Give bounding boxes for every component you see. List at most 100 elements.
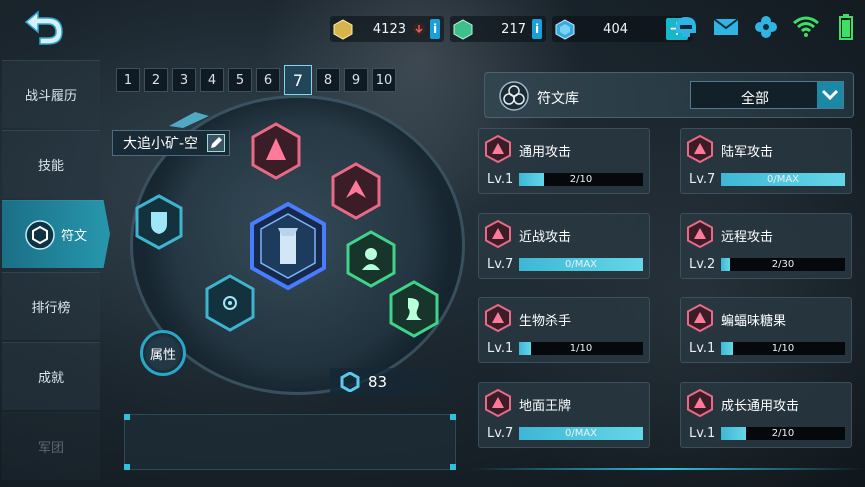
rune-card[interactable]: 通用攻击 Lv.1 2/10 bbox=[478, 128, 650, 194]
back-button[interactable] bbox=[18, 8, 68, 48]
sidebar-item-achievements[interactable]: 成就 bbox=[2, 342, 100, 410]
rune-description-box bbox=[124, 414, 456, 470]
rune-slot-red-1[interactable] bbox=[250, 122, 302, 180]
page-marker-icon bbox=[169, 112, 209, 128]
rune-library-icon bbox=[499, 81, 529, 111]
rune-card[interactable]: 地面王牌 Lv.7 0/MAX bbox=[478, 382, 650, 448]
sidebar-item-label: 符文 bbox=[60, 229, 87, 244]
rune-card-progress: 2/10 bbox=[721, 427, 845, 440]
page-tab-2[interactable]: 2 bbox=[144, 68, 168, 92]
rune-card[interactable]: 陆军攻击 Lv.7 0/MAX bbox=[680, 128, 852, 194]
rune-slot-blue-2[interactable] bbox=[204, 274, 256, 332]
rune-card-progress-text: 0/MAX bbox=[564, 428, 598, 439]
rune-points-value: 83 bbox=[368, 373, 388, 391]
rune-card[interactable]: 蝙蝠味糖果 Lv.1 1/10 bbox=[680, 297, 852, 363]
page-tab-10[interactable]: 10 bbox=[372, 68, 396, 92]
sidebar-item-leaderboard[interactable]: 排行榜 bbox=[2, 272, 100, 340]
rune-point-icon bbox=[340, 372, 360, 392]
sidebar-item-label: 技能 bbox=[37, 159, 64, 174]
sidebar-item-label: 排行榜 bbox=[31, 301, 71, 316]
rune-card-progress: 1/10 bbox=[519, 342, 643, 355]
pencil-icon bbox=[211, 137, 222, 148]
rune-library-header: 符文库 全部 bbox=[484, 72, 854, 118]
rune-red-icon bbox=[485, 304, 511, 332]
rune-card-progress-text: 2/30 bbox=[771, 259, 795, 270]
rune-page-tabs: 1 2 3 4 5 6 7 8 9 10 bbox=[116, 65, 396, 95]
rune-card-level: Lv.1 bbox=[487, 172, 514, 187]
crystal-resource: 404 + bbox=[552, 16, 692, 42]
rune-slot-blue-1[interactable] bbox=[134, 194, 184, 250]
sidebar: 战斗履历 技能 符文 排行榜 成就 军团 bbox=[0, 58, 112, 487]
rune-red-icon bbox=[687, 304, 713, 332]
rune-card-level: Lv.7 bbox=[487, 257, 514, 272]
rune-card-progress-text: 1/10 bbox=[569, 343, 593, 354]
page-tab-3[interactable]: 3 bbox=[172, 68, 196, 92]
rune-red-icon bbox=[687, 135, 713, 163]
rune-card-name: 陆军攻击 bbox=[721, 145, 774, 160]
rune-card[interactable]: 生物杀手 Lv.1 1/10 bbox=[478, 297, 650, 363]
rune-card-progress: 0/MAX bbox=[721, 173, 845, 186]
rune-card-level: Lv.1 bbox=[487, 341, 514, 356]
battery-icon bbox=[832, 12, 860, 42]
gem-resource: 217 i bbox=[450, 16, 546, 42]
rune-card-name: 通用攻击 bbox=[519, 145, 572, 160]
rune-filter-value: 全部 bbox=[741, 91, 769, 107]
rune-filter-select[interactable]: 全部 bbox=[690, 81, 844, 109]
page-tab-4[interactable]: 4 bbox=[200, 68, 224, 92]
rune-hex-icon bbox=[25, 219, 55, 250]
sidebar-item-legion[interactable]: 军团 bbox=[2, 412, 100, 480]
page-tab-1[interactable]: 1 bbox=[116, 68, 140, 92]
resource-bar: 4123 i 217 i 404 + bbox=[330, 16, 692, 42]
rune-slot-green-2[interactable] bbox=[388, 280, 440, 338]
rune-slot-red-2[interactable] bbox=[330, 162, 382, 220]
rune-card-progress: 2/30 bbox=[721, 258, 845, 271]
sidebar-item-label: 成就 bbox=[37, 371, 64, 386]
rune-card-name: 生物杀手 bbox=[519, 314, 572, 329]
gem-value: 217 bbox=[501, 21, 526, 37]
rune-card[interactable]: 远程攻击 Lv.2 2/30 bbox=[680, 213, 852, 279]
rune-card-level: Lv.7 bbox=[487, 426, 514, 441]
back-arrow-icon bbox=[24, 10, 63, 45]
rune-card-progress-text: 0/MAX bbox=[564, 259, 598, 270]
rune-card-name: 远程攻击 bbox=[721, 230, 774, 245]
rune-card-level: Lv.1 bbox=[689, 341, 716, 356]
rune-center-core[interactable] bbox=[248, 202, 328, 290]
attributes-button[interactable]: 属性 bbox=[140, 330, 186, 376]
settings-flower-icon[interactable] bbox=[752, 12, 780, 42]
mail-icon[interactable] bbox=[712, 12, 740, 42]
rune-card-progress-text: 0/MAX bbox=[766, 174, 800, 185]
page-tab-5[interactable]: 5 bbox=[228, 68, 252, 92]
sidebar-item-battle-record[interactable]: 战斗履历 bbox=[2, 60, 100, 128]
gold-info-button[interactable]: i bbox=[430, 19, 440, 39]
rune-card-name: 成长通用攻击 bbox=[721, 399, 800, 414]
rune-card-name: 地面王牌 bbox=[519, 399, 572, 414]
wifi-icon bbox=[792, 12, 820, 42]
gold-resource: 4123 i bbox=[330, 16, 444, 42]
rune-library-title: 符文库 bbox=[537, 91, 579, 107]
rune-card[interactable]: 成长通用攻击 Lv.1 2/10 bbox=[680, 382, 852, 448]
rune-card-progress-text: 2/10 bbox=[569, 174, 593, 185]
loadout-name-text: 大追小矿-空 bbox=[123, 136, 199, 152]
page-tab-7[interactable]: 7 bbox=[284, 65, 312, 95]
sidebar-item-runes[interactable]: 符文 bbox=[2, 200, 110, 268]
page-tab-8[interactable]: 8 bbox=[316, 68, 340, 92]
rune-points: 83 bbox=[330, 368, 448, 396]
bottom-accent-line bbox=[470, 468, 865, 470]
edit-name-button[interactable] bbox=[207, 134, 225, 152]
page-tab-6[interactable]: 6 bbox=[256, 68, 280, 92]
rune-red-icon bbox=[485, 220, 511, 248]
rune-card-level: Lv.2 bbox=[689, 257, 716, 272]
sidebar-item-label: 战斗履历 bbox=[24, 89, 77, 104]
rune-card[interactable]: 近战攻击 Lv.7 0/MAX bbox=[478, 213, 650, 279]
loadout-name: 大追小矿-空 bbox=[112, 130, 230, 156]
sidebar-item-skills[interactable]: 技能 bbox=[2, 130, 100, 198]
blue-crystal-icon bbox=[555, 19, 575, 40]
rune-card-progress: 0/MAX bbox=[519, 258, 643, 271]
page-tab-9[interactable]: 9 bbox=[344, 68, 368, 92]
gem-info-button[interactable]: i bbox=[532, 19, 542, 39]
rune-card-level: Lv.7 bbox=[689, 172, 716, 187]
rune-card-name: 近战攻击 bbox=[519, 230, 572, 245]
helmet-icon[interactable] bbox=[672, 12, 700, 42]
filter-dropdown-button[interactable] bbox=[817, 82, 843, 108]
gold-cube-icon bbox=[333, 19, 353, 40]
